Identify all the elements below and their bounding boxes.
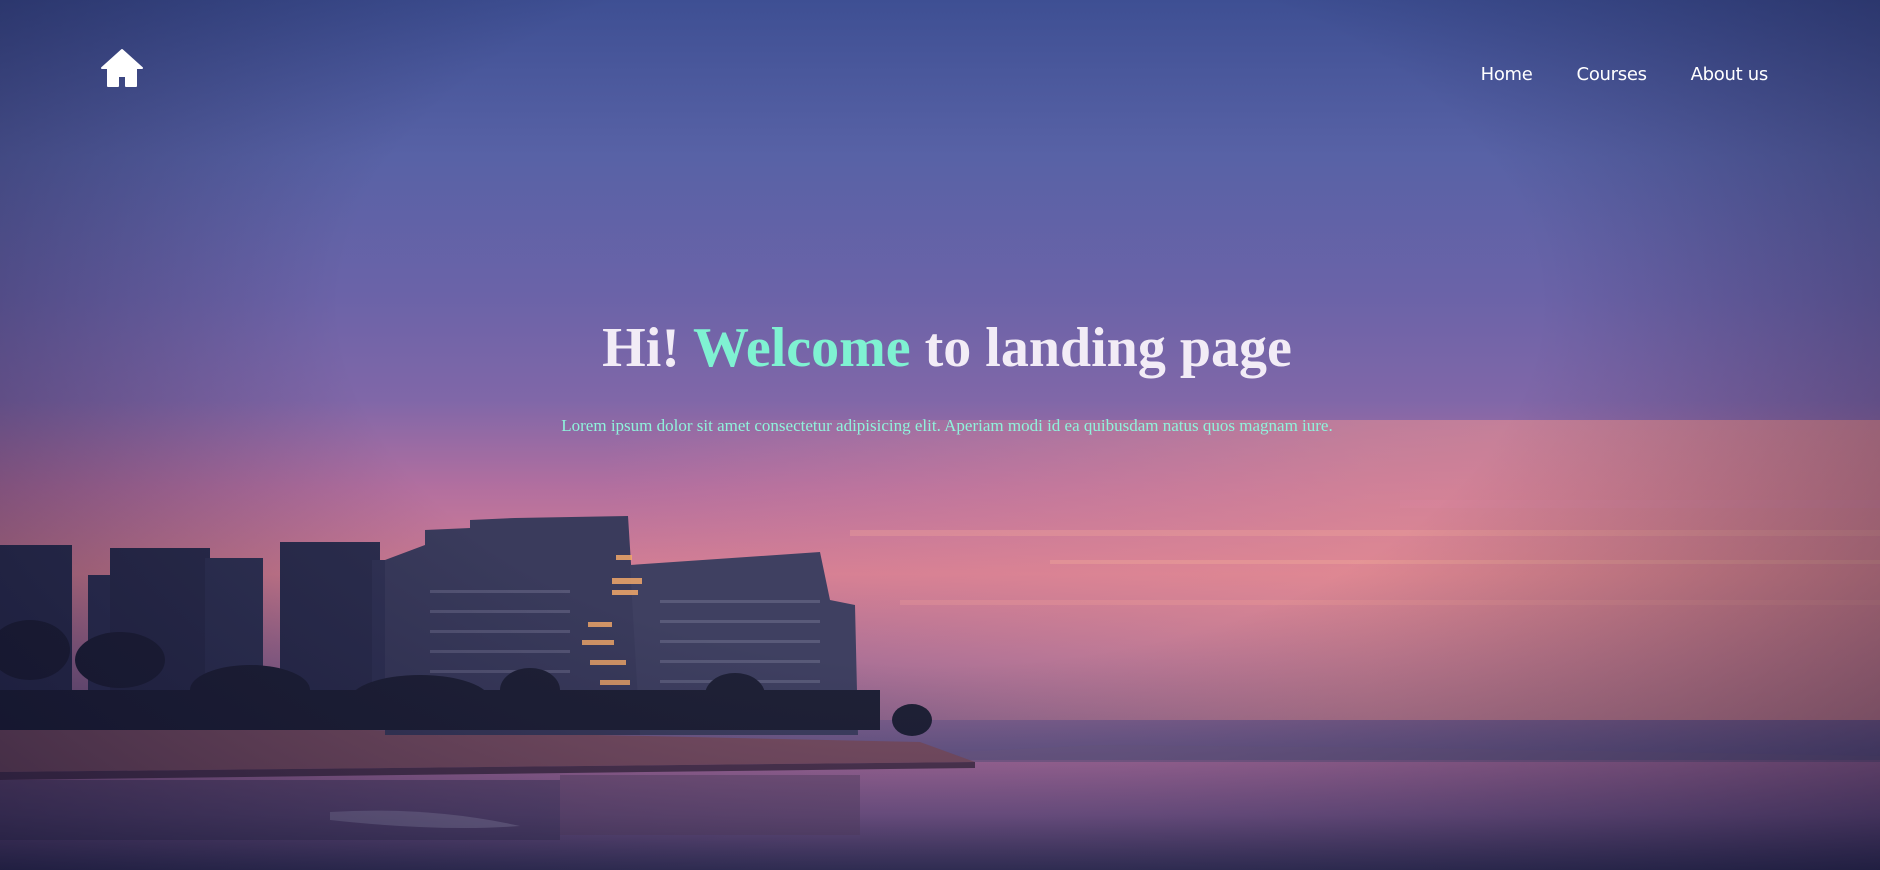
nav-item-about-us[interactable]: About us [1691,64,1769,85]
home-icon-graphic [101,49,143,87]
hero-title-greeting: Hi! [602,317,693,379]
nav-item-home[interactable]: Home [1481,64,1533,85]
hero-section: Hi! Welcome to landing page Lorem ipsum … [0,316,1880,436]
hero-title-accent: Welcome [692,317,911,379]
nav-links: Home Courses About us [1481,64,1769,85]
landing-page: Home Courses About us Hi! Welcome to lan… [0,0,1880,870]
navbar: Home Courses About us [0,0,1880,140]
nav-item-courses[interactable]: Courses [1577,64,1647,85]
hero-subtitle: Lorem ipsum dolor sit amet consectetur a… [561,416,1333,435]
hero-title-rest: to landing page [910,317,1292,379]
hero-title: Hi! Welcome to landing page [14,316,1880,380]
home-icon[interactable] [100,48,144,88]
